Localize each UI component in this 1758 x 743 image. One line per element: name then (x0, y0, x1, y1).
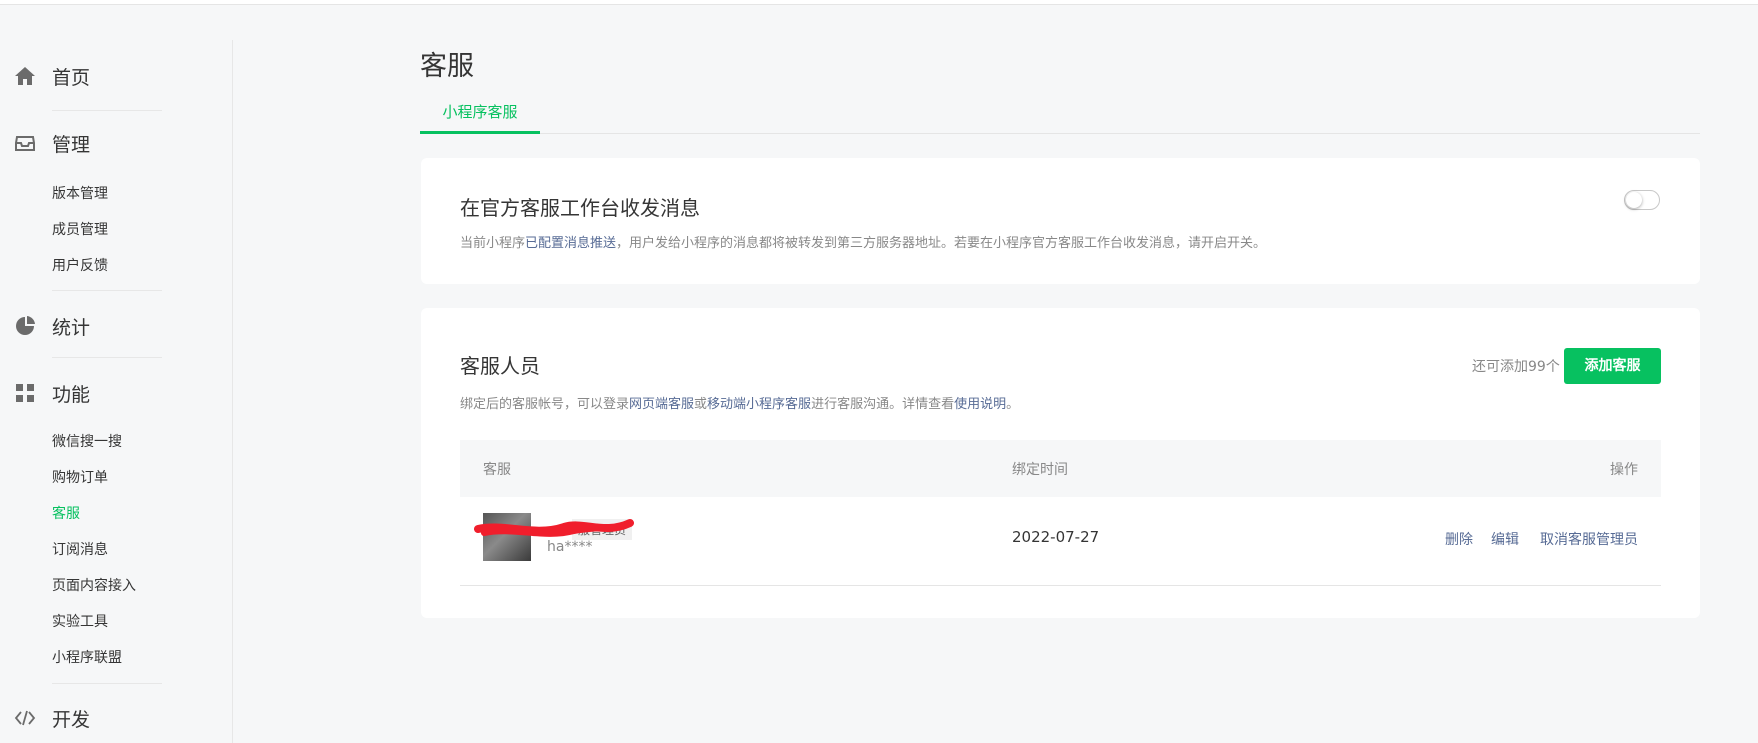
sidebar-item-features[interactable]: 功能 (14, 373, 90, 413)
sidebar-item-content-access[interactable]: 页面内容接入 (52, 576, 136, 596)
desc-text: 当前小程序 (460, 236, 526, 251)
sidebar-item-manage[interactable]: 管理 (14, 123, 90, 163)
sidebar-item-label: 统计 (52, 316, 91, 339)
page-title: 客服 (420, 51, 474, 82)
sidebar-item-stats[interactable]: 统计 (14, 306, 90, 346)
desc-text: 或 (694, 397, 708, 412)
sidebar-item-orders[interactable]: 购物订单 (52, 468, 108, 488)
grid-icon (14, 382, 36, 404)
home-icon (14, 65, 36, 87)
redaction-scribble (474, 519, 634, 537)
divider (52, 110, 162, 111)
divider (52, 290, 162, 291)
pie-chart-icon (14, 315, 36, 337)
column-agent: 客服 (483, 462, 511, 478)
add-service-button[interactable]: 添加客服 (1564, 348, 1661, 384)
toggle-knob (1626, 192, 1642, 208)
desc-text: 进行客服沟通。详情查看 (811, 397, 955, 412)
sidebar-item-subscriptions[interactable]: 订阅消息 (52, 540, 108, 560)
desc-text: ，用户发给小程序的消息都将被转发到第三方服务器地址。若要在小程序官方客服工作台收… (616, 236, 1267, 251)
table-row: 服管理员 ha**** 2022-07-27 删除 编辑 取消客服管理员 (460, 497, 1661, 586)
sidebar-item-feedback[interactable]: 用户反馈 (52, 256, 108, 276)
remaining-count: 还可添加99个 (1472, 359, 1560, 375)
delete-link[interactable]: 删除 (1445, 529, 1473, 549)
inbox-icon (14, 132, 36, 154)
message-push-link[interactable]: 已配置消息推送 (525, 236, 616, 251)
table-header: 客服 绑定时间 操作 (460, 440, 1661, 497)
service-staff-desc: 绑定后的客服帐号，可以登录网页端客服或移动端小程序客服进行客服沟通。详情查看使用… (460, 393, 1019, 412)
top-bar (0, 0, 1758, 5)
service-staff-card: 客服人员 绑定后的客服帐号，可以登录网页端客服或移动端小程序客服进行客服沟通。详… (421, 308, 1700, 618)
sidebar-item-label: 开发 (52, 708, 91, 731)
column-actions: 操作 (1610, 462, 1638, 478)
official-workbench-desc: 当前小程序已配置消息推送，用户发给小程序的消息都将被转发到第三方服务器地址。若要… (460, 232, 1266, 251)
sidebar-item-lab-tools[interactable]: 实验工具 (52, 612, 108, 632)
sidebar-item-wechat-search[interactable]: 微信搜一搜 (52, 432, 122, 452)
revoke-admin-link[interactable]: 取消客服管理员 (1540, 529, 1638, 549)
sidebar-item-customer-service[interactable]: 客服 (52, 504, 80, 524)
sidebar-item-alliance[interactable]: 小程序联盟 (52, 648, 122, 668)
sidebar-item-label: 管理 (52, 133, 91, 156)
sidebar-item-version[interactable]: 版本管理 (52, 184, 108, 204)
official-workbench-card: 在官方客服工作台收发消息 当前小程序已配置消息推送，用户发给小程序的消息都将被转… (421, 158, 1700, 284)
official-workbench-toggle[interactable] (1624, 190, 1660, 210)
divider (52, 357, 162, 358)
edit-link[interactable]: 编辑 (1491, 529, 1519, 549)
sidebar-item-dev[interactable]: 开发 (14, 698, 90, 738)
web-service-link[interactable]: 网页端客服 (629, 397, 694, 412)
usage-guide-link[interactable]: 使用说明 (954, 397, 1006, 412)
sidebar-item-members[interactable]: 成员管理 (52, 220, 108, 240)
desc-text: 。 (1006, 397, 1020, 412)
divider (52, 683, 162, 684)
agent-username: ha**** (547, 539, 593, 555)
bind-date: 2022-07-27 (1012, 528, 1100, 546)
tab-bar: 小程序客服 (420, 100, 1700, 134)
tab-mini-program-service[interactable]: 小程序客服 (420, 100, 540, 134)
desc-text: 绑定后的客服帐号，可以登录 (460, 397, 630, 412)
service-staff-title: 客服人员 (460, 354, 540, 378)
column-bind-time: 绑定时间 (1012, 462, 1068, 478)
official-workbench-title: 在官方客服工作台收发消息 (460, 196, 700, 220)
mobile-service-link[interactable]: 移动端小程序客服 (707, 397, 811, 412)
sidebar-item-label: 首页 (52, 66, 91, 89)
code-icon (14, 707, 36, 729)
sidebar-item-label: 功能 (52, 383, 91, 406)
sidebar-item-home[interactable]: 首页 (14, 56, 90, 96)
